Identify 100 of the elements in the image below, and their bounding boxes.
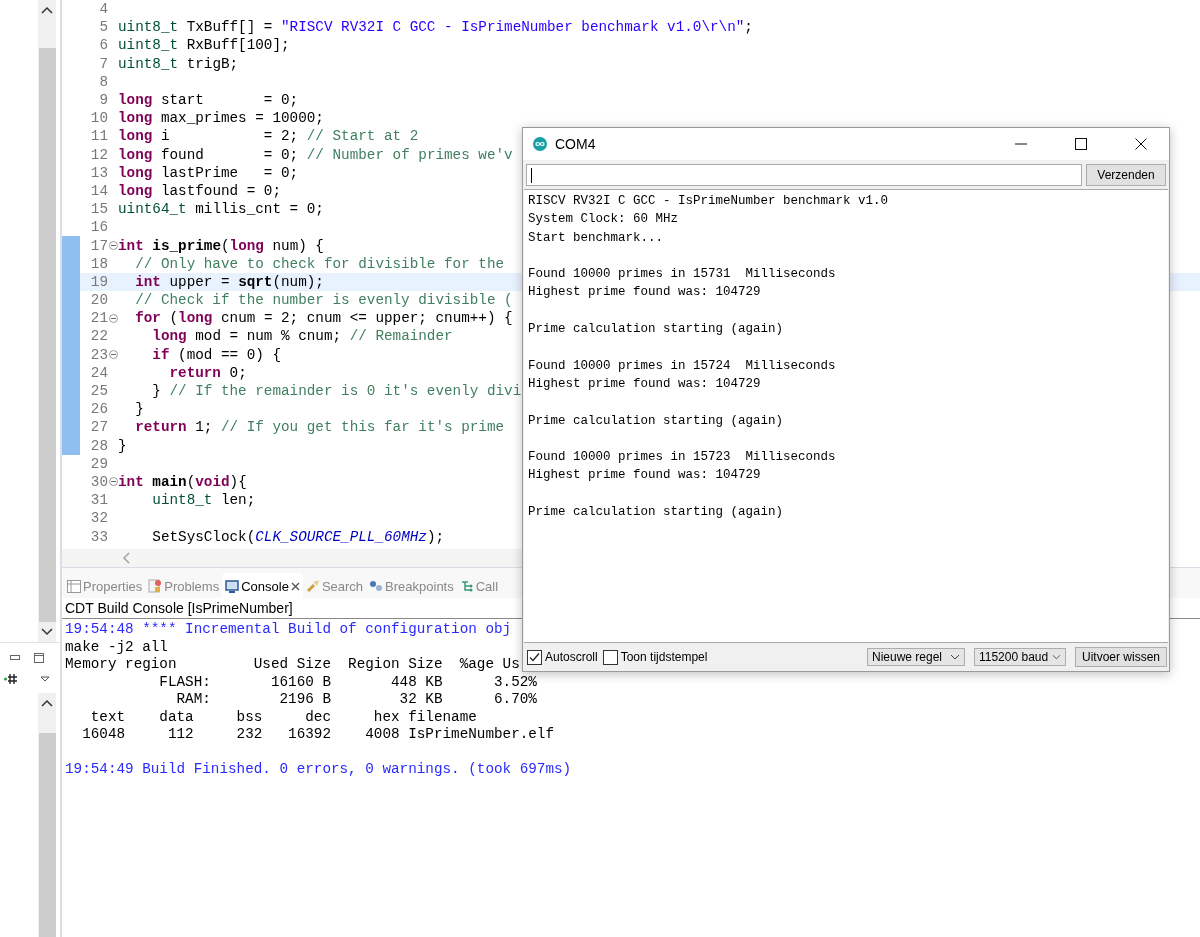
output-line: Highest prime found was: 104729 <box>528 375 762 393</box>
output-line: Prime calculation starting (again) <box>528 321 785 339</box>
code-line: uint8_t len; <box>151 492 256 509</box>
line-ending-dropdown[interactable]: Nieuwe regel <box>866 648 965 666</box>
warning-icon <box>148 579 163 593</box>
close-icon[interactable] <box>1135 138 1147 150</box>
fold-icon[interactable] <box>108 241 118 251</box>
code-line: int is_prime(long num) { <box>118 237 324 254</box>
line-number: 27 <box>89 419 108 436</box>
output-line: Prime calculation starting (again) <box>528 412 785 430</box>
code-line: long i = 2; // Start at 2 <box>118 128 419 145</box>
checkbox-label[interactable]: Autoscroll <box>545 650 598 664</box>
baud-rate-dropdown[interactable]: 115200 baud <box>973 648 1066 666</box>
line-number: 4 <box>98 1 108 18</box>
line-number: 28 <box>89 437 108 454</box>
fold-icon[interactable] <box>108 350 118 360</box>
monitor-icon <box>225 579 240 593</box>
line-number: 12 <box>89 146 108 163</box>
line-number: 21 <box>89 310 108 327</box>
line-number: 15 <box>89 201 108 218</box>
line-number: 13 <box>89 164 108 181</box>
scroll-down-icon[interactable] <box>41 628 53 636</box>
line-number: 16 <box>89 219 108 236</box>
checkbox-label[interactable]: Toon tijdstempel <box>620 650 708 664</box>
code-line: } <box>118 437 127 454</box>
code-line: uint64_t millis_cnt = 0; <box>118 201 324 218</box>
clear-output-button[interactable]: Uitvoer wissen <box>1074 647 1167 667</box>
output-line: Found 10000 primes in 15731 Milliseconds <box>528 266 837 284</box>
line-number: 22 <box>89 328 108 345</box>
scroll-left-icon[interactable] <box>122 552 130 564</box>
console-line: FLASH: 16160 B 448 KB 3.52% <box>158 673 537 691</box>
caret-icon <box>1052 654 1061 660</box>
flashlight-icon <box>305 579 320 593</box>
close-icon[interactable] <box>290 581 300 591</box>
line-number: 25 <box>89 383 108 400</box>
code-line: // Only have to check for divisible for the <box>134 255 505 272</box>
console-line: 19:54:49 Build Finished. 0 errors, 0 warnings. (took 697ms) <box>65 761 572 779</box>
code-line: SetSysClock(CLK_SOURCE_PLL_60MHz); <box>151 528 445 545</box>
checkbox[interactable] <box>527 649 542 665</box>
input-field[interactable] <box>526 164 1082 186</box>
scroll-up-icon[interactable] <box>41 6 53 14</box>
line-number: 7 <box>98 55 108 72</box>
panel-tab[interactable]: Properties <box>64 573 146 599</box>
code-line: } <box>134 401 144 418</box>
caret-icon <box>949 654 960 660</box>
panel-tab[interactable]: Call <box>456 573 502 599</box>
code-line: int main(void){ <box>118 473 247 490</box>
output-line: Found 10000 primes in 15724 Milliseconds <box>528 357 837 375</box>
line-number: 29 <box>89 455 108 472</box>
line-number: 24 <box>89 364 108 381</box>
horizontal-scrollbar[interactable] <box>62 549 522 567</box>
console-line: RAM: 2196 B 32 KB 6.70% <box>175 691 537 709</box>
code-line: if (mod == 0) { <box>151 346 282 363</box>
line-number: 32 <box>89 510 108 527</box>
console-line: 19:54:48 **** Incremental Build of configuration obj <box>65 621 512 639</box>
infinity-logo-icon <box>533 137 547 151</box>
code-line: uint8_t TxBuff[] = "RISCV RV32I C GCC - IsPrimeNumber benchmark v1.0\r\n"; <box>118 19 753 36</box>
line-number: 33 <box>89 528 108 545</box>
line-number: 18 <box>89 255 108 272</box>
window-title: COM4 <box>555 136 596 152</box>
line-number: 6 <box>98 37 108 54</box>
line-number: 23 <box>89 346 108 363</box>
checkbox[interactable] <box>602 649 618 665</box>
vertical-scrollbar[interactable] <box>38 693 56 937</box>
output-line: Highest prime found was: 104729 <box>528 467 762 485</box>
console-line: 16048 112 232 16392 4008 IsPrimeNumber.elf <box>81 726 555 744</box>
minimize-icon[interactable] <box>10 655 20 661</box>
scroll-up-icon[interactable] <box>41 699 53 707</box>
dots-icon <box>369 580 384 592</box>
code-line: uint8_t trigB; <box>118 55 239 72</box>
console-line: text data bss dec hex filename <box>89 708 477 726</box>
line-number: 17 <box>89 237 108 254</box>
line-number: 30 <box>89 473 108 490</box>
line-number: 14 <box>89 182 108 199</box>
line-number: 20 <box>89 292 108 309</box>
maximize-icon[interactable] <box>1075 138 1087 150</box>
console-line: Memory region Used Size Region Size %age Us <box>65 656 520 674</box>
output-line: Prime calculation starting (again) <box>528 504 785 522</box>
send-button[interactable]: Verzenden <box>1086 164 1166 186</box>
scrollbar-thumb[interactable] <box>38 733 56 937</box>
code-line: long mod = num % cnum; // Remainder <box>151 328 453 345</box>
output-line: System Clock: 60 MHz <box>528 211 680 229</box>
code-line: long max_primes = 10000; <box>118 110 324 127</box>
fold-icon[interactable] <box>108 313 118 323</box>
code-line: long found = 0; // Number of primes we'v <box>118 146 513 163</box>
view-menu-icon[interactable] <box>40 676 50 682</box>
line-number: 10 <box>89 110 108 127</box>
fold-icon[interactable] <box>108 477 118 487</box>
code-line: uint8_t RxBuff[100]; <box>118 37 290 54</box>
output-line: Found 10000 primes in 15723 Milliseconds <box>528 449 837 467</box>
code-line: // Check if the number is evenly divisible ( <box>134 292 513 309</box>
line-number: 9 <box>98 92 108 109</box>
line-number: 19 <box>89 273 108 290</box>
code-line: } // If the remainder is 0 it's evenly divi <box>151 383 522 400</box>
code-line: long lastfound = 0; <box>118 182 282 199</box>
output-line: Highest prime found was: 104729 <box>528 284 762 302</box>
line-number: 11 <box>89 128 108 145</box>
code-line: return 1; // If you get this far it's prime <box>134 419 505 436</box>
line-number: 31 <box>89 492 108 509</box>
panel-tab[interactable]: Console <box>222 573 303 599</box>
